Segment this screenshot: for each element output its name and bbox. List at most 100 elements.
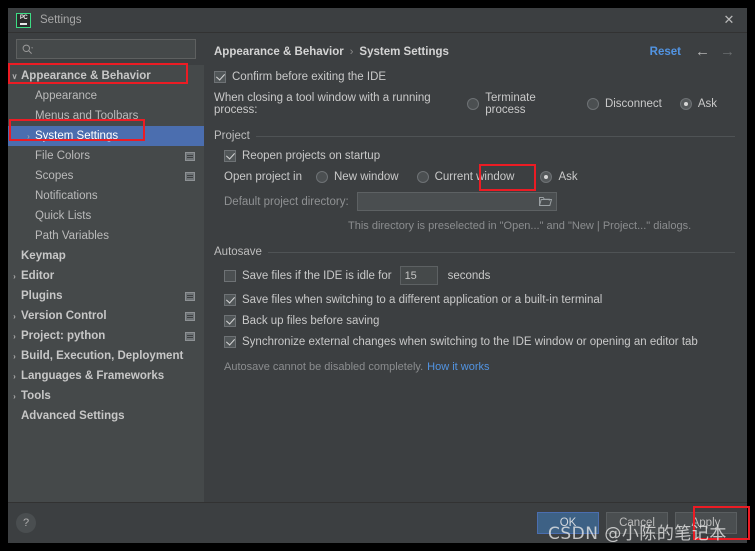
sidebar-item-plugins[interactable]: Plugins [8,286,204,306]
radio-ask-process[interactable]: Ask [679,98,717,110]
save-on-switch-checkbox[interactable] [224,294,236,306]
idle-save-seconds-input[interactable]: 15 [399,266,438,285]
sidebar-item-menus-and-toolbars[interactable]: Menus and Toolbars [8,106,204,126]
sidebar-item-label: Version Control [21,310,107,322]
arrow-right-icon[interactable]: → [720,44,735,59]
confirm-exit-row[interactable]: Confirm before exiting the IDE [214,71,735,83]
idle-save-label-after: seconds [447,269,491,282]
sidebar-item-scopes[interactable]: Scopes [8,166,204,186]
radio-disconnect[interactable]: Disconnect [586,98,662,110]
disconnect-radio[interactable] [586,98,599,110]
tool-window-process-row: When closing a tool window with a runnin… [214,92,735,116]
confirm-exit-checkbox[interactable] [214,71,226,83]
sync-external-changes-row[interactable]: Synchronize external changes when switch… [224,336,735,348]
default-directory-hint-row: This directory is preselected in "Open..… [348,220,735,232]
scope-badge-icon [185,311,195,321]
chevron-down-icon[interactable]: ∨ [8,72,21,81]
sidebar-item-label: Appearance & Behavior [21,70,151,82]
close-icon[interactable]: ✕ [715,9,743,31]
help-icon[interactable]: ? [16,513,36,533]
settings-dialog: PC Settings ✕ ∨ Appearance & Behavior Ap… [8,8,747,543]
chevron-right-icon[interactable]: › [8,312,21,321]
chevron-right-icon[interactable]: › [8,352,21,361]
reopen-projects-checkbox[interactable] [224,150,236,162]
project-group-header: Project [214,130,735,142]
scope-badge-icon [185,331,195,341]
chevron-right-icon[interactable]: › [8,332,21,341]
radio-ask-open-project[interactable]: Ask [540,171,578,183]
sidebar-item-label: Editor [21,270,55,282]
radio-terminate-process[interactable]: Terminate process [467,92,569,116]
sidebar-item-tools[interactable]: › Tools [8,386,204,406]
watermark: CSDN @小陈的笔记本 [548,524,727,544]
title-bar: PC Settings ✕ [8,8,747,32]
save-on-switch-row[interactable]: Save files when switching to a different… [224,294,735,306]
sidebar-item-build-execution-deployment[interactable]: › Build, Execution, Deployment [8,346,204,366]
breadcrumb-separator: › [349,46,354,58]
sidebar-item-advanced-settings[interactable]: Advanced Settings [8,406,204,426]
dialog-body: ∨ Appearance & Behavior Appearance Menus … [8,32,747,502]
backup-files-checkbox[interactable] [224,315,236,327]
idle-save-checkbox[interactable] [224,269,236,282]
search-input[interactable] [36,42,190,56]
how-it-works-link[interactable]: How it works [427,361,489,373]
sidebar-item-system-settings[interactable]: › System Settings [8,126,204,146]
default-project-directory-input[interactable] [356,192,557,211]
settings-sidebar: ∨ Appearance & Behavior Appearance Menus … [8,33,204,502]
reset-link[interactable]: Reset [650,46,681,58]
arrow-left-icon[interactable]: ← [695,44,710,59]
screen-root: PC Settings ✕ ∨ Appearance & Behavior Ap… [0,0,755,551]
backup-files-label: Back up files before saving [242,315,380,327]
sidebar-item-label: Plugins [21,290,63,302]
sidebar-item-file-colors[interactable]: File Colors [8,146,204,166]
sidebar-item-version-control[interactable]: › Version Control [8,306,204,326]
backup-files-row[interactable]: Back up files before saving [224,315,735,327]
idle-save-label-before: Save files if the IDE is idle for [242,269,392,282]
sidebar-item-label: Path Variables [35,230,109,242]
chevron-right-icon[interactable]: › [8,392,21,401]
sidebar-item-languages-frameworks[interactable]: › Languages & Frameworks [8,366,204,386]
sidebar-item-path-variables[interactable]: Path Variables [8,226,204,246]
scope-badge-icon [185,151,195,161]
autosave-group-header: Autosave [214,246,735,258]
settings-tree: ∨ Appearance & Behavior Appearance Menus … [8,65,204,502]
sidebar-item-editor[interactable]: › Editor [8,266,204,286]
folder-icon[interactable] [538,196,552,207]
reopen-projects-row[interactable]: Reopen projects on startup [224,150,735,162]
radio-current-window[interactable]: Current window [416,171,514,183]
search-box[interactable] [16,39,196,59]
sidebar-item-label: Menus and Toolbars [35,110,139,122]
sidebar-item-label: Advanced Settings [21,410,125,422]
autosave-footnote: Autosave cannot be disabled completely. [224,361,424,373]
sidebar-item-keymap[interactable]: Keymap [8,246,204,266]
sidebar-item-appearance-behavior[interactable]: ∨ Appearance & Behavior [8,66,204,86]
sidebar-item-project-python[interactable]: › Project: python [8,326,204,346]
current-window-radio[interactable] [416,171,429,183]
sidebar-item-label: Keymap [21,250,66,262]
project-group-title: Project [214,130,250,142]
open-project-in-label: Open project in [224,171,302,183]
new-window-radio[interactable] [316,171,328,183]
sync-external-changes-checkbox[interactable] [224,336,236,348]
breadcrumb-parent[interactable]: Appearance & Behavior [214,46,344,58]
sidebar-item-notifications[interactable]: Notifications [8,186,204,206]
radio-new-window[interactable]: New window [316,171,399,183]
breadcrumb: Appearance & Behavior › System Settings … [214,43,735,61]
ask-process-label: Ask [697,98,717,110]
sidebar-item-quick-lists[interactable]: Quick Lists [8,206,204,226]
ask-process-radio[interactable] [679,98,692,110]
sidebar-item-label: Quick Lists [35,210,92,222]
chevron-right-icon[interactable]: › [8,372,21,381]
chevron-right-icon[interactable]: › [22,132,35,141]
terminate-process-radio[interactable] [467,98,480,110]
sidebar-item-appearance[interactable]: Appearance [8,86,204,106]
ask-open-project-radio[interactable] [540,171,553,183]
sidebar-item-label: Build, Execution, Deployment [21,350,184,362]
chevron-right-icon[interactable]: › [8,272,21,281]
